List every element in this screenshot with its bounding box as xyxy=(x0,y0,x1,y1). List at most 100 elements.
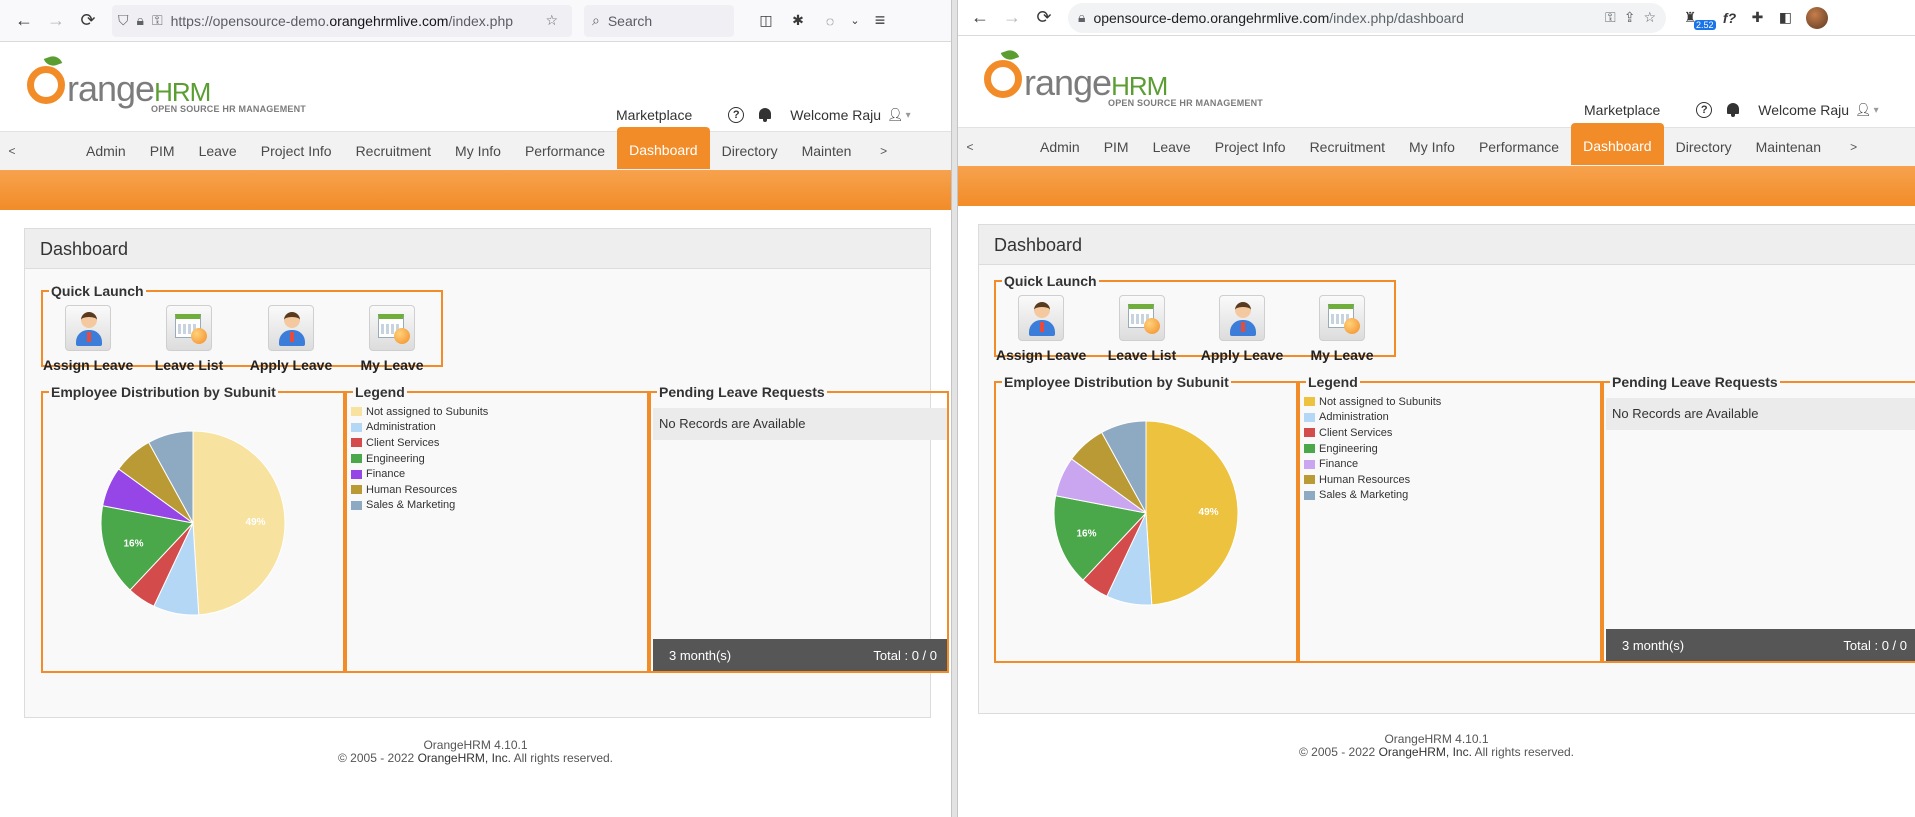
footer-company-link[interactable]: OrangeHRM, Inc. xyxy=(418,751,511,765)
shield-icon[interactable]: ⛉ xyxy=(118,12,129,29)
marketplace-link[interactable]: Marketplace xyxy=(616,107,692,123)
search-box[interactable]: ⌕ Search xyxy=(584,4,734,37)
menu-item-dashboard[interactable]: Dashboard xyxy=(617,127,710,169)
menu-item-pim[interactable]: PIM xyxy=(138,132,187,171)
lock-icon[interactable]: 🔒︎ xyxy=(137,12,144,29)
key-icon[interactable]: ⚿ xyxy=(1605,9,1616,26)
menu-item-dashboard[interactable]: Dashboard xyxy=(1571,123,1664,165)
quick-launch-assign-leave[interactable]: Assign Leave xyxy=(996,295,1086,363)
quick-launch-apply-leave[interactable]: Apply Leave xyxy=(246,305,336,373)
bookmark-star-icon[interactable]: ☆ xyxy=(1643,9,1656,26)
menu-item-my-info[interactable]: My Info xyxy=(443,132,513,171)
apply-leave-label[interactable]: Apply Leave xyxy=(246,357,336,373)
leave-list-label[interactable]: Leave List xyxy=(144,357,234,373)
menu-item-my-info[interactable]: My Info xyxy=(1397,128,1467,167)
menu-item-maintenance[interactable]: Mainten xyxy=(790,132,872,171)
pie-slice-not-assigned-to-subunits[interactable] xyxy=(1145,420,1239,606)
apply-leave-icon[interactable] xyxy=(1219,295,1265,341)
pocket-icon[interactable]: ◫ xyxy=(750,5,782,37)
pie-slice-not-assigned-to-subunits[interactable] xyxy=(192,430,286,616)
menu-item-directory[interactable]: Directory xyxy=(710,132,790,171)
quick-launch-my-leave[interactable]: My Leave xyxy=(1297,295,1387,363)
footer-company-link[interactable]: OrangeHRM, Inc. xyxy=(1379,745,1472,759)
menu-item-recruitment[interactable]: Recruitment xyxy=(344,132,443,171)
leave-list-icon[interactable] xyxy=(166,305,212,351)
forward-arrow-icon[interactable]: → xyxy=(996,2,1028,34)
bookmark-star-icon[interactable]: ☆ xyxy=(545,12,558,29)
share-icon[interactable]: ⇪ xyxy=(1624,9,1636,26)
leave-list-icon[interactable] xyxy=(1119,295,1165,341)
quick-launch-leave-list[interactable]: Leave List xyxy=(144,305,234,373)
menu-item-project-info[interactable]: Project Info xyxy=(249,132,344,171)
window-splitter[interactable] xyxy=(951,0,958,817)
assign-leave-icon[interactable] xyxy=(65,305,111,351)
menu-item-leave[interactable]: Leave xyxy=(1141,128,1203,167)
sidepanel-icon[interactable]: ◧ xyxy=(1772,2,1800,34)
assign-leave-label[interactable]: Assign Leave xyxy=(43,357,133,373)
menu-item-performance[interactable]: Performance xyxy=(1467,128,1571,167)
bell-icon[interactable] xyxy=(758,108,772,122)
menu-item-admin[interactable]: Admin xyxy=(74,132,138,171)
user-icon[interactable]: 👤︎ xyxy=(887,107,904,123)
orangehrm-logo[interactable]: rangeHRM OPEN SOURCE HR MANAGEMENT xyxy=(984,47,1284,110)
quick-launch-my-leave[interactable]: My Leave xyxy=(347,305,437,373)
assign-leave-label[interactable]: Assign Leave xyxy=(996,347,1086,363)
apply-leave-icon[interactable] xyxy=(268,305,314,351)
quick-launch-assign-leave[interactable]: Assign Leave xyxy=(43,305,133,373)
hamburger-menu-icon[interactable]: ≡ xyxy=(864,5,896,37)
menu-next-arrow[interactable]: > xyxy=(1842,140,1866,154)
reload-icon[interactable]: ⟳ xyxy=(1028,2,1060,34)
address-bar[interactable]: 🔒︎ opensource-demo.orangehrmlive.com/ind… xyxy=(1068,2,1666,33)
menu-prev-arrow[interactable]: < xyxy=(958,140,982,154)
formula-icon[interactable]: f? xyxy=(1716,2,1744,34)
user-icon[interactable]: 👤︎ xyxy=(1855,102,1872,118)
marketplace-link[interactable]: Marketplace xyxy=(1584,102,1660,118)
menu-prev-arrow[interactable]: < xyxy=(0,144,24,158)
menu-item-maintenance[interactable]: Maintenan xyxy=(1744,128,1842,167)
period-label[interactable]: 3 month(s) xyxy=(669,648,731,663)
address-bar[interactable]: ⛉ 🔒︎ ⚿ https://opensource-demo. orangehrm… xyxy=(112,4,572,37)
my-leave-label[interactable]: My Leave xyxy=(347,357,437,373)
reload-icon[interactable]: ⟳ xyxy=(72,5,104,37)
my-leave-label[interactable]: My Leave xyxy=(1297,347,1387,363)
chevron-down-icon[interactable]: ▾ xyxy=(1874,105,1879,116)
legend-swatch xyxy=(351,407,362,417)
menu-item-pim[interactable]: PIM xyxy=(1092,128,1141,167)
lock-icon[interactable]: 🔒︎ xyxy=(1078,9,1085,26)
help-icon[interactable]: ? xyxy=(1696,102,1713,118)
quick-launch-apply-leave[interactable]: Apply Leave xyxy=(1197,295,1287,363)
legend-label: Finance xyxy=(366,468,406,481)
assign-leave-icon[interactable] xyxy=(1018,295,1064,341)
legend-label: Not assigned to Subunits xyxy=(1319,395,1442,408)
pending-leave-box: Pending Leave Requests No Records are Av… xyxy=(649,384,949,673)
key-icon[interactable]: ⚿ xyxy=(152,12,163,29)
extension-icon[interactable]: ✱ xyxy=(782,5,814,37)
forward-arrow-icon[interactable]: → xyxy=(40,5,72,37)
menu-item-recruitment[interactable]: Recruitment xyxy=(1298,128,1397,167)
bell-icon[interactable] xyxy=(1726,103,1740,117)
chevron-down-icon[interactable]: ⌄ xyxy=(846,5,864,37)
quick-launch-leave-list[interactable]: Leave List xyxy=(1097,295,1187,363)
back-arrow-icon[interactable]: ← xyxy=(964,2,996,34)
chevron-down-icon[interactable]: ▾ xyxy=(906,110,911,121)
puzzle-icon[interactable]: ✚ xyxy=(1744,2,1772,34)
welcome-user[interactable]: Welcome Raju xyxy=(1758,102,1849,118)
apply-leave-label[interactable]: Apply Leave xyxy=(1197,347,1287,363)
menu-item-admin[interactable]: Admin xyxy=(1028,128,1092,167)
sync-icon[interactable]: ◌ xyxy=(814,5,846,37)
menu-item-directory[interactable]: Directory xyxy=(1664,128,1744,167)
back-arrow-icon[interactable]: ← xyxy=(8,5,40,37)
menu-item-leave[interactable]: Leave xyxy=(187,132,249,171)
orangehrm-logo[interactable]: rangeHRM OPEN SOURCE HR MANAGEMENT xyxy=(27,53,327,116)
menu-item-project-info[interactable]: Project Info xyxy=(1203,128,1298,167)
help-icon[interactable]: ? xyxy=(728,107,745,123)
my-leave-icon[interactable] xyxy=(369,305,415,351)
leave-list-label[interactable]: Leave List xyxy=(1097,347,1187,363)
menu-next-arrow[interactable]: > xyxy=(872,144,896,158)
welcome-user[interactable]: Welcome Raju xyxy=(790,107,881,123)
legend-label: Client Services xyxy=(366,436,440,449)
period-label[interactable]: 3 month(s) xyxy=(1622,638,1684,653)
my-leave-icon[interactable] xyxy=(1319,295,1365,341)
profile-avatar[interactable] xyxy=(1805,6,1828,29)
menu-item-performance[interactable]: Performance xyxy=(513,132,617,171)
